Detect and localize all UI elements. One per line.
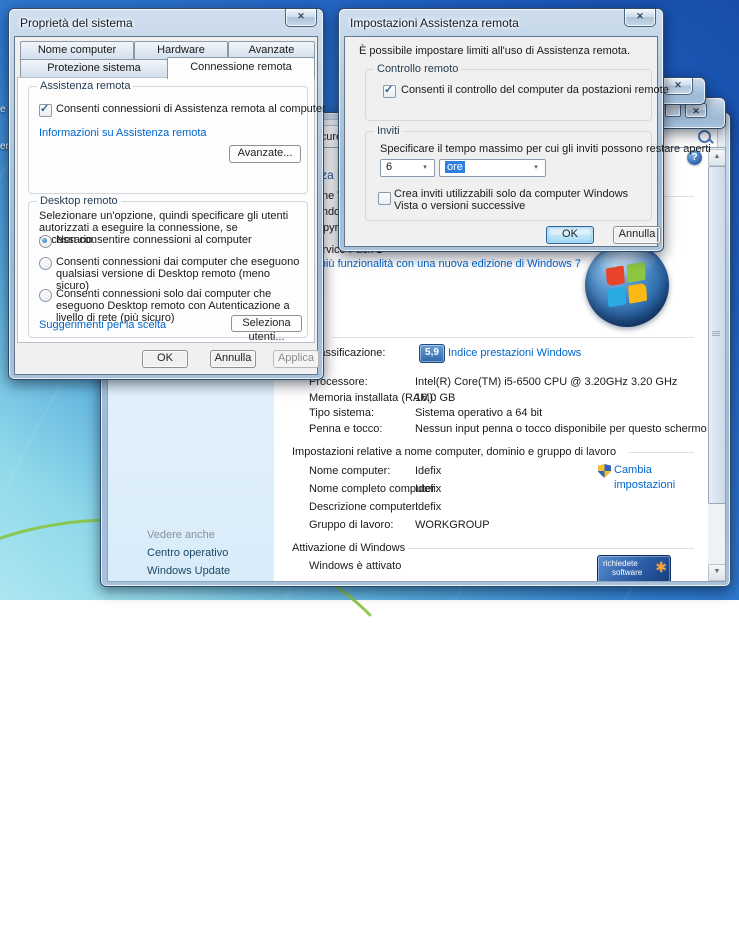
flag-pane-yellow: [628, 283, 647, 304]
performance-index-link[interactable]: Indice prestazioni Windows: [448, 347, 581, 359]
sidebar-header: Vedere anche: [147, 529, 215, 541]
allow-nla-only-radio[interactable]: [39, 289, 52, 302]
scroll-down-button[interactable]: ▼: [708, 564, 726, 581]
radio-label: Non consentire connessioni al computer: [56, 234, 252, 246]
invitation-amount-select[interactable]: 6 ▾: [380, 159, 435, 177]
spec-value: 16,0 GB: [415, 392, 455, 404]
flag-pane-red: [606, 265, 625, 286]
windows-flag-icon: [606, 262, 648, 309]
close-icon[interactable]: ✕: [685, 103, 707, 118]
sidebar-item-centro-operativo[interactable]: Centro operativo: [147, 547, 228, 559]
selected-unit: ore: [445, 161, 465, 173]
dialog-intro-text: È possibile impostare limiti all'uso di …: [359, 45, 630, 57]
group-header: Controllo remoto: [374, 63, 461, 75]
sidebar-item-windows-update[interactable]: Windows Update: [147, 565, 230, 577]
name-section-divider: [628, 452, 694, 453]
uac-shield-icon: [598, 464, 611, 478]
flag-pane-blue: [607, 286, 626, 307]
radio-label: Consenti connessioni dai computer che es…: [56, 256, 301, 292]
system-properties-dialog: Proprietà del sistema ✕ Nome computer Ha…: [8, 8, 324, 380]
row-label: Descrizione computer:: [309, 501, 418, 513]
badge-text-line2: software: [612, 568, 642, 577]
checkbox-label: Consenti connessioni di Assistenza remot…: [56, 103, 326, 115]
allow-remote-assistance-checkbox[interactable]: [39, 104, 52, 117]
flag-pane-green: [627, 262, 646, 283]
spec-value: Nessun input penna o tocco disponibile p…: [415, 423, 707, 435]
chevron-down-icon: ▾: [529, 162, 543, 173]
row-value: Idefix: [415, 465, 441, 477]
desktop: e er Pannello di controllo › Sistema e s…: [0, 0, 739, 600]
row-value: Idefix: [415, 483, 441, 495]
allow-remote-control-checkbox[interactable]: [383, 85, 396, 98]
change-settings-link-line2[interactable]: impostazioni: [614, 479, 675, 491]
scrollbar-grip: [712, 331, 720, 332]
group-header: Assistenza remota: [37, 80, 133, 92]
allow-any-version-radio[interactable]: [39, 257, 52, 270]
deny-connections-radio[interactable]: [39, 235, 52, 248]
invitations-description: Specificare il tempo massimo per cui gli…: [380, 143, 711, 155]
dialog-body: È possibile impostare limiti all'uso di …: [344, 36, 658, 247]
row-value: WORKGROUP: [415, 519, 490, 531]
tab-connessione-remota[interactable]: Connessione remota: [167, 57, 315, 79]
genuine-software-badge[interactable]: richiedete software ✱: [597, 555, 671, 582]
close-icon[interactable]: ✕: [624, 9, 656, 27]
dialog-body: Nome computer Hardware Avanzate Protezio…: [14, 36, 318, 375]
checkbox-label: Crea inviti utilizzabili solo da compute…: [394, 188, 644, 212]
invitation-unit-select[interactable]: ore ▾: [439, 159, 546, 177]
dialog-title: Impostazioni Assistenza remota: [350, 16, 519, 30]
restore-icon[interactable]: [665, 104, 681, 117]
titlebar[interactable]: Impostazioni Assistenza remota: [339, 9, 663, 37]
activation-section-header: Attivazione di Windows: [292, 542, 405, 554]
cancel-button[interactable]: Annulla: [613, 226, 661, 244]
remote-control-group: Controllo remoto Consenti il controllo d…: [365, 69, 652, 121]
genuine-star-icon: ✱: [655, 559, 667, 576]
ok-button[interactable]: OK: [142, 350, 188, 368]
spec-value: Sistema operativo a 64 bit: [415, 407, 542, 419]
titlebar[interactable]: Proprietà del sistema: [9, 9, 323, 37]
vista-only-invitations-checkbox[interactable]: [378, 192, 391, 205]
choice-help-link[interactable]: Suggerimenti per la scelta: [39, 319, 166, 331]
advanced-button[interactable]: Avanzate...: [229, 145, 301, 163]
dialog-title: Proprietà del sistema: [20, 16, 133, 30]
select-users-button[interactable]: Seleziona utenti...: [231, 315, 302, 332]
invitations-group: Inviti Specificare il tempo massimo per …: [365, 131, 652, 221]
change-settings-link[interactable]: Cambia: [614, 464, 652, 476]
system-section-divider: [332, 337, 694, 338]
row-label: Gruppo di lavoro:: [309, 519, 393, 531]
spec-value: Intel(R) Core(TM) i5-6500 CPU @ 3.20GHz …: [415, 376, 677, 388]
rating-badge: 5,9: [419, 344, 445, 363]
activation-divider: [408, 548, 694, 549]
spec-label: Penna e tocco:: [309, 423, 382, 435]
badge-text-line1: richiedete: [603, 559, 638, 568]
remote-desktop-group: Desktop remoto Selezionare un'opzione, q…: [28, 201, 308, 338]
remote-assistance-group: Assistenza remota Consenti connessioni d…: [28, 86, 308, 194]
upgrade-windows-link[interactable]: Ottieni più funzionalità con una nuova e…: [285, 258, 581, 270]
row-value: Idefix: [415, 501, 441, 513]
desktop-icon-label-fragment: e: [0, 104, 6, 115]
group-header: Desktop remoto: [37, 195, 121, 207]
remote-assistance-info-link[interactable]: Informazioni su Assistenza remota: [39, 127, 207, 139]
windows-orb-logo: [585, 243, 669, 327]
group-header: Inviti: [374, 125, 403, 137]
chevron-down-icon: ▾: [418, 162, 432, 173]
selected-amount: 6: [386, 161, 392, 173]
tab-protezione-sistema[interactable]: Protezione sistema: [20, 59, 168, 78]
close-icon[interactable]: ✕: [285, 9, 317, 27]
remote-assistance-settings-dialog: Impostazioni Assistenza remota ✕ È possi…: [338, 8, 664, 252]
cancel-button[interactable]: Annulla: [210, 350, 256, 368]
spec-label: Tipo sistema:: [309, 407, 374, 419]
ok-button[interactable]: OK: [546, 226, 594, 244]
checkbox-label: Consenti il controllo del computer da po…: [401, 84, 669, 96]
activation-status: Windows è attivato: [309, 560, 401, 572]
apply-button[interactable]: Applica: [273, 350, 319, 368]
name-section-header: Impostazioni relative a nome computer, d…: [292, 446, 616, 458]
tab-page-connessione-remota: Assistenza remota Consenti connessioni d…: [17, 77, 315, 343]
tab-nome-computer[interactable]: Nome computer: [20, 41, 134, 60]
row-label: Nome computer:: [309, 465, 390, 477]
scrollbar-thumb[interactable]: [708, 166, 726, 504]
